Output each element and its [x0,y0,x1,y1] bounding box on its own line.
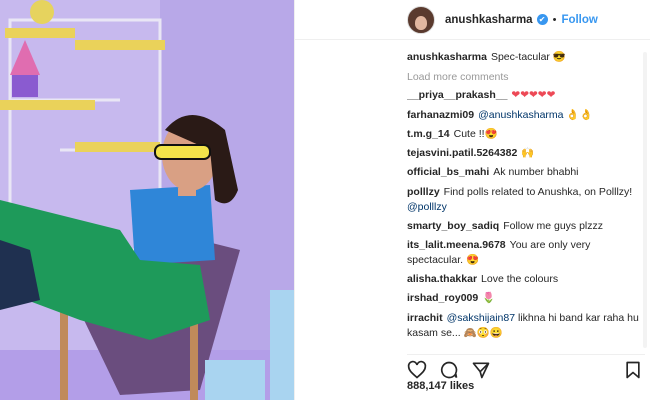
comment-mention[interactable]: @anushkasharma [478,109,563,121]
comment-username[interactable]: its_lalit.meena.9678 [407,239,506,251]
comment: alisha.thakkar Love the colours [407,272,645,291]
action-bar [407,354,645,381]
load-more-comments-button[interactable]: Load more comments [407,69,645,88]
comment-mention[interactable]: @sakshijain87 [447,312,515,324]
heart-icon[interactable] [407,360,427,380]
post-photo[interactable] [0,0,294,400]
comment-text: 🙌 [521,147,535,160]
comment: irshad_roy009 🌷 [407,291,645,310]
separator-dot: • [552,13,557,26]
post-header: anushkasharma ✔ • Follow [295,0,650,40]
verified-badge-icon: ✔ [536,14,548,25]
comment-username[interactable]: official_bs_mahi [407,166,489,178]
comment-icon[interactable] [439,360,459,380]
comment-username[interactable]: farhanazmi09 [407,109,474,121]
comment-username[interactable]: t.m.g_14 [407,128,450,140]
comment: tejasvini.patil.5264382 🙌 [407,146,645,165]
comment: __priya__prakash__ ❤❤❤❤❤ [407,88,645,107]
comment-mention[interactable]: @polllzy [407,201,447,213]
comment: smarty_boy_sadiq Follow me guys plzzz [407,219,645,238]
comments-scrollbar[interactable] [643,52,647,348]
post-details-panel: anushkasharma ✔ • Follow anushkasharma Sp… [294,0,650,400]
comment-username[interactable]: alisha.thakkar [407,273,477,285]
comment-username[interactable]: irshad_roy009 [407,292,478,304]
comment: its_lalit.meena.9678 You are only very sp… [407,238,645,268]
comments-list: anushkasharma Spec-tacular 😎 Load more co… [407,50,645,345]
bookmark-icon[interactable] [623,360,643,380]
share-icon[interactable] [471,360,491,380]
comment-text: ❤❤❤❤❤ [511,89,556,102]
comment-username[interactable]: smarty_boy_sadiq [407,220,499,232]
comment: official_bs_mahi Ak number bhabhi [407,165,645,184]
comment-username[interactable]: __priya__prakash__ [407,89,507,101]
comment: irrachit @sakshijain87 likhna hi band kar… [407,311,645,341]
caption: anushkasharma Spec-tacular 😎 [407,50,645,69]
comment-username[interactable]: polllzy [407,186,440,198]
comment: t.m.g_14 Cute !!😍 [407,127,645,146]
comment-text: 👌👌 [566,108,593,121]
comment-text: Ak number bhabhi [493,166,579,179]
header-username[interactable]: anushkasharma [445,14,533,26]
caption-username[interactable]: anushkasharma [407,51,487,63]
comment: farhanazmi09 @anushkasharma 👌👌 [407,108,645,127]
caption-text: Spec-tacular 😎 [490,51,566,63]
avatar[interactable] [407,5,435,34]
comment-text: Follow me guys plzzz [503,219,603,232]
post-image [0,0,294,400]
comment-username[interactable]: tejasvini.patil.5264382 [407,147,517,159]
likes-count[interactable]: 888,147 likes [407,380,474,392]
comment-text: Cute !!😍 [453,127,498,140]
comment-text: Find polls related to Anushka, on Polllz… [443,185,633,198]
follow-button[interactable]: Follow [561,14,597,26]
comment-username[interactable]: irrachit [407,312,443,324]
comment-text: Love the colours [481,273,559,286]
comment: polllzy Find polls related to Anushka, on… [407,185,645,215]
comment-text: 🌷 [482,292,496,305]
